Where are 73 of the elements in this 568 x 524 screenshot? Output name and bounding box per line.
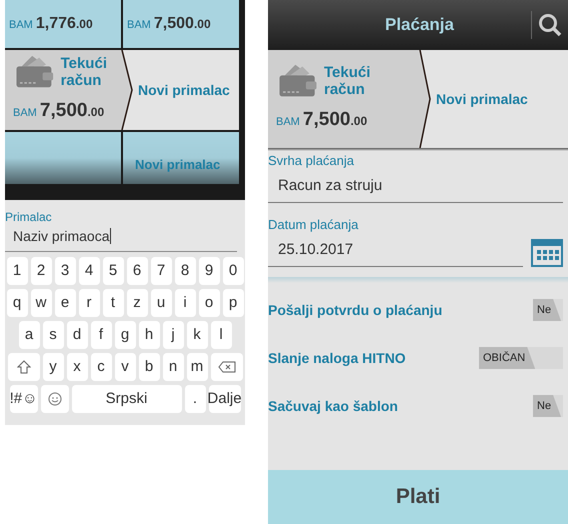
- emoji-key[interactable]: [40, 385, 68, 413]
- account-name: Tekući račun: [60, 54, 108, 89]
- keyboard-key[interactable]: 6: [126, 257, 148, 285]
- option-label: Sačuvaj kao šablon: [268, 396, 398, 416]
- keyboard-key[interactable]: w: [30, 289, 52, 317]
- space-key[interactable]: Srpski: [72, 385, 182, 413]
- calendar-icon[interactable]: [531, 237, 563, 267]
- keyboard-key[interactable]: z: [126, 289, 148, 317]
- keyboard-key[interactable]: e: [54, 289, 76, 317]
- backspace-icon: [218, 361, 236, 373]
- account-balance: BAM 7,500.00: [13, 99, 106, 124]
- recipient-label: Primalac: [5, 209, 53, 226]
- keyboard-key[interactable]: g: [114, 321, 136, 349]
- keyboard-key[interactable]: 2: [30, 257, 52, 285]
- keyboard-key[interactable]: k: [186, 321, 208, 349]
- backspace-key[interactable]: [210, 353, 242, 381]
- keyboard-key[interactable]: l: [210, 321, 232, 349]
- account-tile[interactable]: BAM 7,500.00: [123, 0, 239, 48]
- keyboard-key[interactable]: 9: [198, 257, 220, 285]
- toggle-switch[interactable]: Ne: [533, 299, 563, 321]
- keyboard-key[interactable]: r: [78, 289, 100, 317]
- account-balance: BAM 7,500.00: [127, 14, 211, 34]
- screen-title: Plaćanja: [384, 14, 455, 36]
- keyboard-key[interactable]: 5: [102, 257, 124, 285]
- keyboard-key[interactable]: 8: [174, 257, 196, 285]
- keyboard-key[interactable]: h: [138, 321, 160, 349]
- shift-key[interactable]: [8, 353, 40, 381]
- recipient-input[interactable]: Naziv primaoca: [5, 226, 237, 252]
- keyboard-key[interactable]: f: [90, 321, 112, 349]
- keyboard-key[interactable]: x: [66, 353, 88, 381]
- keyboard-key[interactable]: y: [42, 353, 64, 381]
- account-balance: BAM 7,500.00: [276, 108, 368, 132]
- keyboard-key[interactable]: p: [222, 289, 244, 317]
- field-label: Datum plaćanja: [268, 216, 360, 234]
- keyboard-key[interactable]: s: [42, 321, 64, 349]
- account-balance: BAM 1,776.00: [9, 14, 93, 34]
- keyboard-key[interactable]: o: [198, 289, 220, 317]
- keyboard-key[interactable]: j: [162, 321, 184, 349]
- symbols-key[interactable]: !#☺: [10, 385, 38, 413]
- field-label: Svrha plaćanja: [268, 152, 355, 170]
- option-label: Pošalji potvrdu o plaćanju: [268, 300, 442, 320]
- keyboard-key[interactable]: v: [114, 353, 136, 381]
- keyboard-key[interactable]: 4: [78, 257, 100, 285]
- keyboard-key[interactable]: 1: [6, 257, 28, 285]
- option-label: Slanje naloga HITNO: [268, 348, 406, 368]
- text-field[interactable]: Racun za struju: [268, 170, 563, 203]
- keyboard-key[interactable]: b: [138, 353, 160, 381]
- keyboard-key[interactable]: q: [6, 289, 28, 317]
- keyboard-key[interactable]: c: [90, 353, 112, 381]
- account-tile[interactable]: BAM 1,776.00: [5, 0, 121, 48]
- keyboard-key[interactable]: 3: [54, 257, 76, 285]
- keyboard-key[interactable]: u: [150, 289, 172, 317]
- text-field[interactable]: 25.10.2017: [268, 234, 523, 267]
- keyboard-key[interactable]: n: [162, 353, 184, 381]
- keyboard-key[interactable]: a: [18, 321, 40, 349]
- pay-button[interactable]: Plati: [268, 470, 568, 524]
- keyboard-key[interactable]: 0: [222, 257, 244, 285]
- keyboard-key[interactable]: i: [174, 289, 196, 317]
- keyboard-key[interactable]: d: [66, 321, 88, 349]
- account-name: Tekući račun: [324, 64, 372, 98]
- search-icon[interactable]: [538, 13, 562, 37]
- keyboard-key[interactable]: 7: [150, 257, 172, 285]
- shift-icon: [16, 360, 30, 374]
- toggle-switch[interactable]: OBIČAN: [479, 347, 563, 369]
- keyboard-key[interactable]: t: [102, 289, 124, 317]
- keyboard-key[interactable]: m: [186, 353, 208, 381]
- keyboard-key[interactable]: .: [184, 385, 206, 413]
- recipient-tile[interactable]: Novi primalac: [134, 50, 239, 130]
- recipient-label: Novi primalac: [135, 156, 220, 174]
- account-tile[interactable]: [5, 132, 121, 184]
- toggle-switch[interactable]: Ne: [533, 395, 563, 417]
- next-key[interactable]: Dalje: [208, 385, 240, 413]
- smiley-icon: [48, 392, 62, 406]
